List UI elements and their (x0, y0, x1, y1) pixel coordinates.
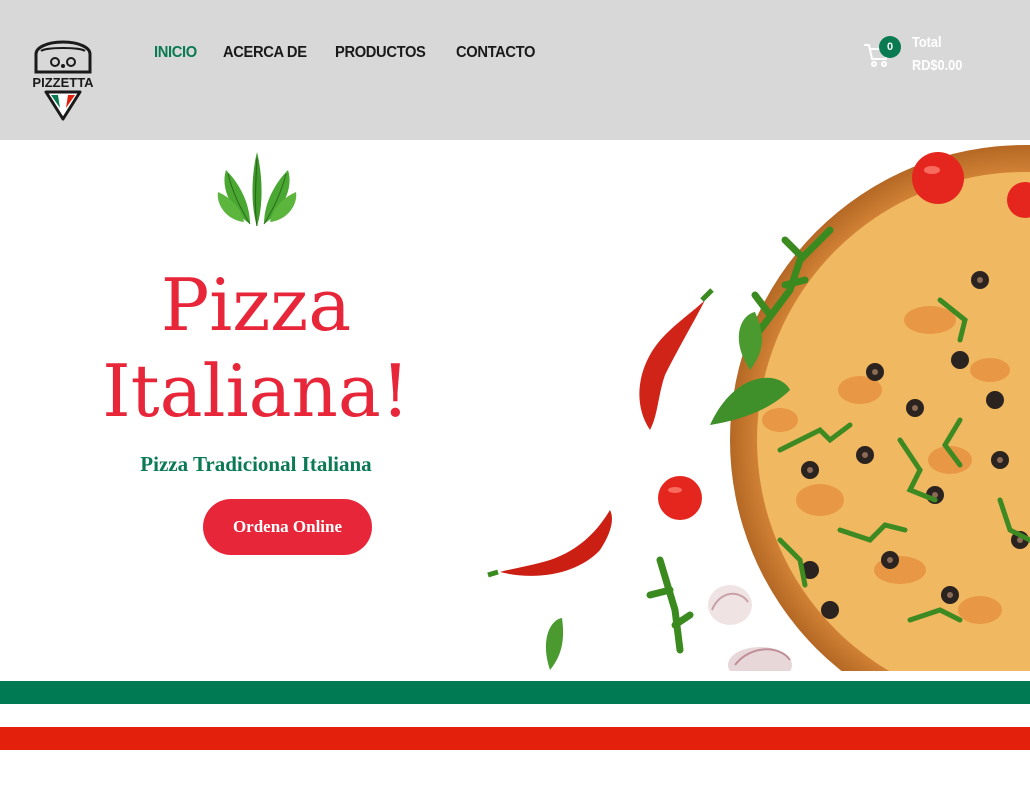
nav-item-inicio[interactable]: INICIO (154, 42, 197, 64)
basil-leaves-icon (217, 152, 297, 227)
hero-title-line1: Pizza (160, 263, 352, 347)
pizza-illustration (487, 145, 1030, 671)
hero-title: Pizza Italiana! (0, 262, 512, 434)
main-nav: INICIO ACERCA DE PRODUCTOS CONTACTO (154, 42, 564, 64)
nav-item-productos[interactable]: PRODUCTOS (335, 42, 426, 64)
logo-text: PIZZETTA (32, 75, 94, 90)
flag-stripe-red (0, 727, 1030, 750)
pizzetta-logo[interactable]: PIZZETTA (22, 40, 104, 122)
cart-total-label: Total (912, 34, 942, 51)
nav-item-acerca-de[interactable]: ACERCA DE (223, 42, 307, 64)
order-online-button[interactable]: Ordena Online (203, 499, 372, 555)
nav-item-contacto[interactable]: CONTACTO (456, 42, 535, 64)
flag-stripe-white (0, 704, 1030, 727)
cart-total-value: RD$0.00 (912, 57, 963, 74)
hero-title-line2: Italiana! (102, 349, 410, 433)
hero-subtitle: Pizza Tradicional Italiana (140, 452, 372, 476)
cart-count-badge: 0 (879, 36, 901, 58)
flag-stripe-green (0, 681, 1030, 704)
hero-section: Pizza Italiana! Pizza Tradicional Italia… (0, 140, 1030, 671)
cart-widget[interactable]: 0 Total RD$0.00 (864, 34, 1004, 82)
site-header: PIZZETTA INICIO ACERCA DE PRODUCTOS CONT… (0, 0, 1030, 140)
logo-icon: PIZZETTA (32, 40, 94, 121)
